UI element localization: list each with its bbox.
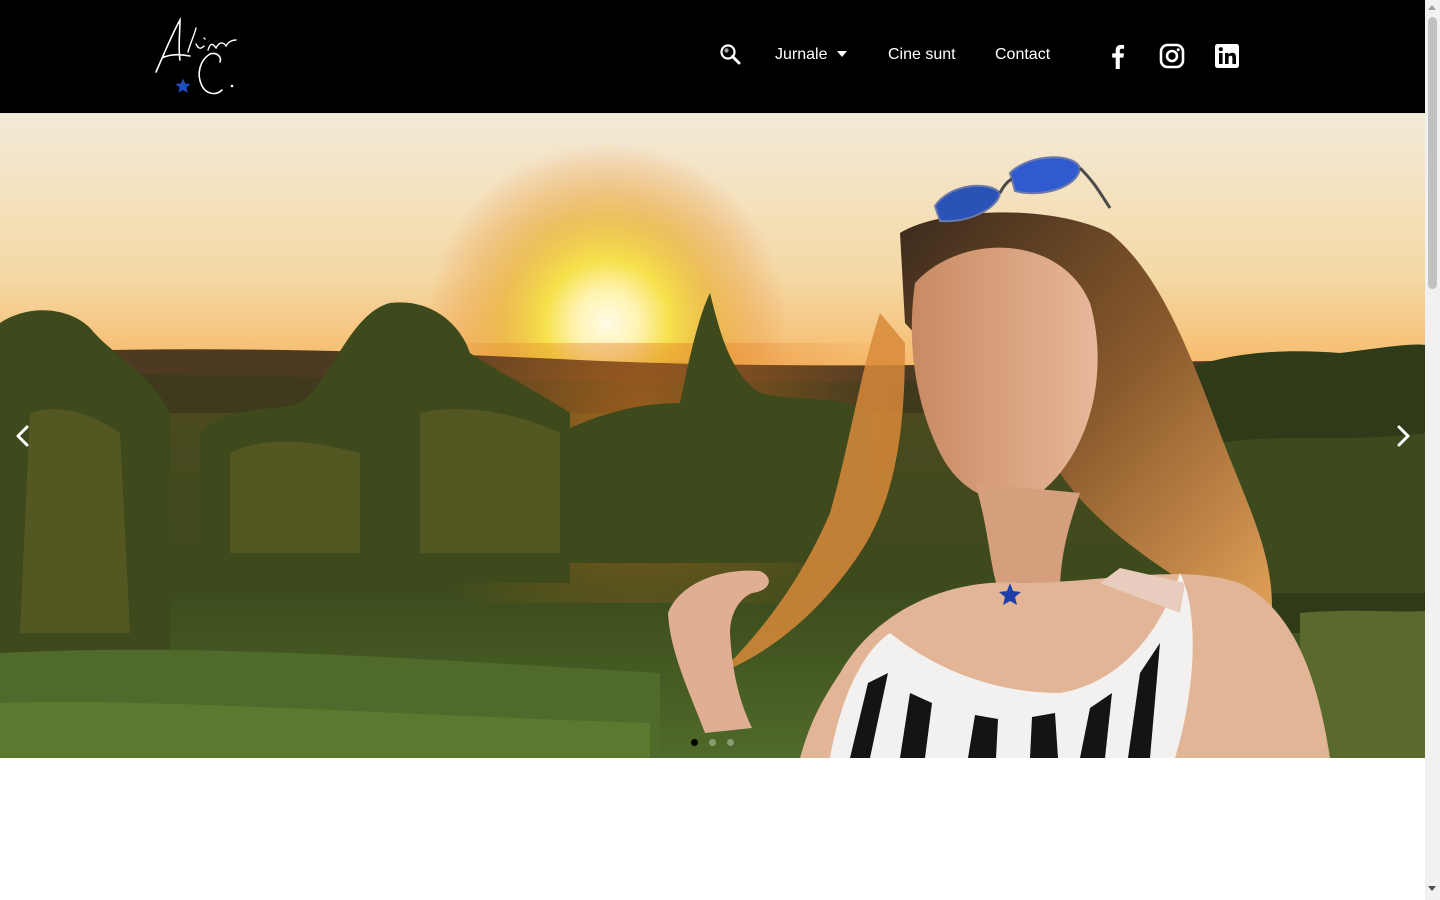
hero-slider[interactable] xyxy=(0,113,1425,758)
chevron-right-icon[interactable] xyxy=(1388,421,1418,451)
scroll-down-arrow-icon[interactable] xyxy=(1428,886,1436,891)
main-nav: Jurnale Cine sunt Contact xyxy=(0,0,1425,113)
facebook-icon[interactable] xyxy=(1104,42,1132,70)
slider-pagination xyxy=(690,739,740,749)
nav-item-label: Cine sunt xyxy=(888,46,956,63)
slide-dot-2[interactable] xyxy=(709,739,716,746)
chevron-left-icon[interactable] xyxy=(8,421,38,451)
instagram-icon[interactable] xyxy=(1158,42,1186,70)
nav-item-jurnale[interactable]: Jurnale xyxy=(775,44,848,66)
caret-down-icon xyxy=(837,50,848,57)
page: Jurnale Cine sunt Contact xyxy=(0,0,1425,900)
content-area xyxy=(0,758,1425,900)
slide-dot-3[interactable] xyxy=(727,739,734,746)
hero-image xyxy=(0,113,1425,758)
vertical-scrollbar[interactable] xyxy=(1425,0,1440,900)
linkedin-icon[interactable] xyxy=(1213,42,1241,70)
nav-item-label: Jurnale xyxy=(775,46,828,63)
nav-item-label: Contact xyxy=(995,46,1051,63)
nav-item-contact[interactable]: Contact xyxy=(995,44,1050,66)
scroll-thumb[interactable] xyxy=(1428,17,1437,289)
slide-dot-1[interactable] xyxy=(691,739,698,746)
search-icon[interactable] xyxy=(718,42,744,68)
nav-item-cine-sunt[interactable]: Cine sunt xyxy=(888,44,956,66)
site-header: Jurnale Cine sunt Contact xyxy=(0,0,1425,113)
scroll-up-arrow-icon[interactable] xyxy=(1428,5,1436,10)
